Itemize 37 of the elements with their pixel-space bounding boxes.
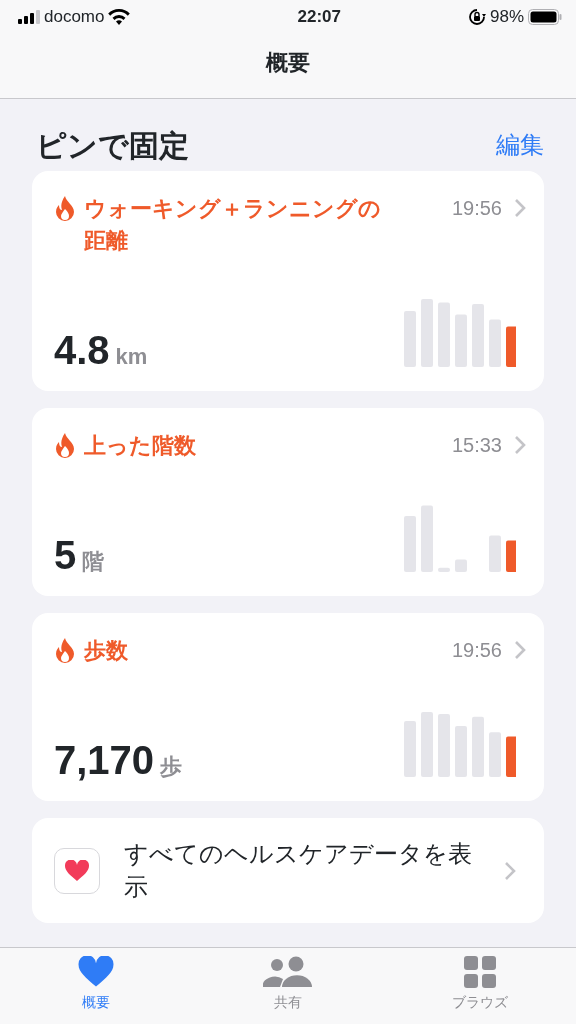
metric-unit: 階: [82, 548, 105, 576]
health-app-icon: [54, 847, 100, 894]
updated-time: 15:33: [451, 433, 502, 458]
metric-unit: 歩: [160, 753, 183, 781]
flame-icon: [54, 196, 76, 222]
battery-icon: [528, 9, 562, 25]
grid-icon: [464, 956, 496, 988]
flame-icon: [54, 433, 76, 459]
chevron-icon: [514, 435, 526, 455]
clock-time: 22:07: [297, 6, 341, 29]
heart-icon: [78, 956, 114, 988]
updated-time: 19:56: [451, 196, 502, 221]
wifi-icon: [108, 9, 131, 25]
card-title: 上った階数: [84, 432, 196, 460]
chevron-icon: [514, 198, 526, 218]
section-title: ピンで固定: [36, 127, 189, 164]
battery-percent: 98%: [489, 6, 524, 29]
metric-card[interactable]: 歩数 19:56 7,170 歩: [32, 613, 544, 801]
updated-time: 19:56: [451, 638, 502, 663]
metric-value: 4.8: [54, 330, 110, 370]
edit-link[interactable]: 編集: [496, 127, 544, 163]
carrier-name: docomo: [44, 6, 105, 29]
screen-title: 概要: [264, 49, 311, 77]
metric-value: 7,170: [54, 740, 155, 780]
metric-unit: km: [115, 343, 148, 371]
card-title: ウォーキング＋ランニングの距離: [84, 195, 382, 255]
chevron-icon: [514, 640, 526, 660]
card-title: 歩数: [84, 637, 128, 665]
chevron-icon: [504, 860, 516, 881]
tab-bar-item[interactable]: 概要: [0, 948, 192, 1024]
metric-value: 5: [54, 535, 77, 575]
signal-icon: [18, 10, 40, 24]
metric-card[interactable]: 上った階数 15:33 5 階: [32, 408, 544, 596]
metric-card[interactable]: ウォーキング＋ランニングの距離 19:56 4.8 km: [32, 171, 544, 391]
people-icon: [263, 956, 313, 988]
flame-icon: [54, 638, 76, 664]
rotation-lock-icon: [467, 8, 486, 26]
